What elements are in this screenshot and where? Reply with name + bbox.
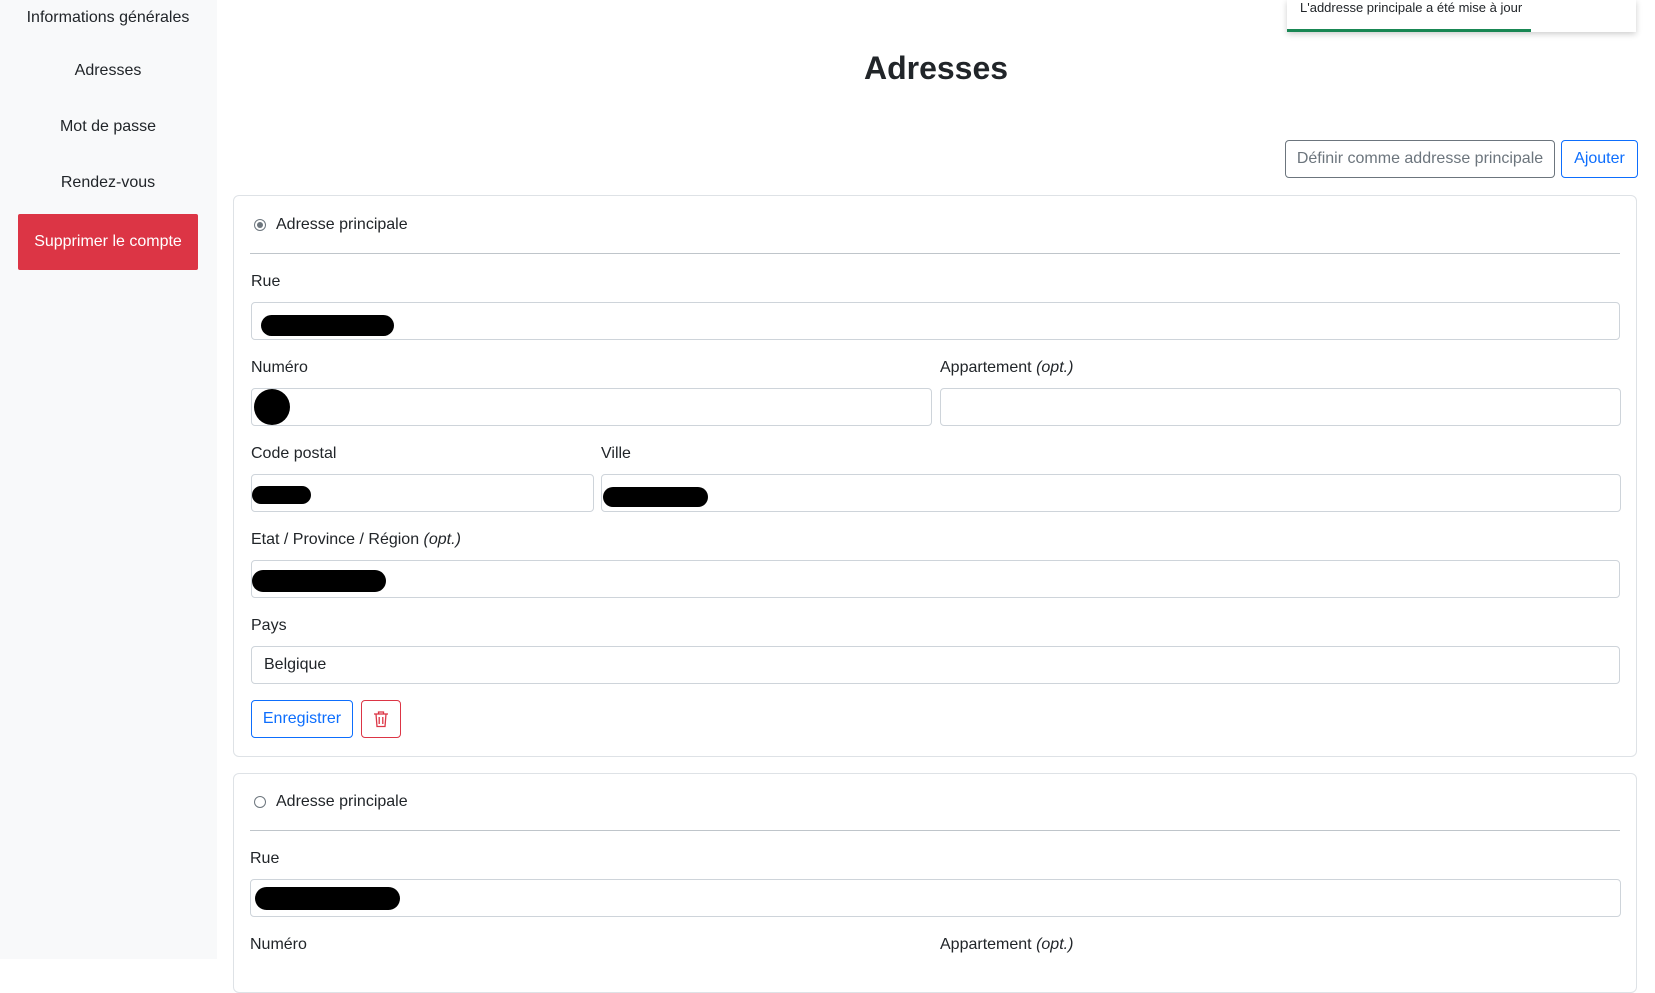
primary-radio[interactable] [254, 219, 266, 231]
toast-progress-bar [1287, 29, 1532, 32]
card-divider [250, 253, 1620, 254]
redacted-value [252, 570, 386, 592]
country-label: Pays [251, 617, 287, 634]
apartment-label: Appartement (opt.) [940, 936, 1074, 953]
number-input[interactable] [251, 388, 932, 426]
street-label: Rue [250, 850, 280, 867]
delete-address-button[interactable] [361, 700, 401, 738]
redacted-value [261, 315, 394, 336]
apartment-input[interactable] [940, 388, 1621, 426]
set-primary-address-button[interactable]: Définir comme addresse principale [1285, 140, 1555, 178]
street-input[interactable] [251, 302, 1620, 340]
number-label: Numéro [250, 936, 307, 953]
page-title: Adresses [863, 50, 1009, 86]
toast-notification: L'addresse principale a été mise à jour [1287, 0, 1636, 32]
address-card: Adresse principale Rue Numéro Appartemen… [233, 195, 1637, 757]
redacted-value [603, 487, 708, 507]
primary-radio-label: Adresse principale [276, 216, 408, 233]
number-label: Numéro [251, 359, 308, 376]
city-label: Ville [601, 445, 631, 462]
trash-icon [374, 711, 388, 728]
redacted-value [254, 389, 290, 425]
sidebar-item-appointments[interactable]: Rendez-vous [18, 155, 198, 211]
sidebar-item-label: Rendez-vous [60, 174, 156, 191]
primary-radio-label: Adresse principale [276, 793, 408, 810]
postal-code-label: Code postal [251, 445, 337, 462]
address-card: Adresse principale Rue Numéro Appartemen… [233, 773, 1637, 993]
state-input[interactable] [251, 560, 1620, 598]
sidebar-item-general-info[interactable]: Informations générales [18, 0, 198, 46]
sidebar-item-label: Supprimer le compte [34, 233, 182, 250]
sidebar: Informations générales Adresses Mot de p… [0, 0, 217, 959]
apartment-label: Appartement (opt.) [940, 359, 1074, 376]
delete-account-button[interactable]: Supprimer le compte [18, 214, 198, 270]
sidebar-item-label: Informations générales [26, 9, 190, 26]
state-label: Etat / Province / Région (opt.) [251, 531, 461, 548]
redacted-value [255, 887, 400, 910]
sidebar-item-label: Adresses [74, 62, 142, 79]
street-label: Rue [251, 273, 281, 290]
sidebar-item-addresses[interactable]: Adresses [18, 43, 198, 99]
postal-code-input[interactable] [251, 474, 594, 512]
country-select[interactable]: Belgique [251, 646, 1620, 684]
redacted-value [252, 486, 311, 504]
sidebar-item-label: Mot de passe [59, 118, 157, 135]
street-input[interactable] [250, 879, 1621, 917]
sidebar-item-password[interactable]: Mot de passe [18, 99, 198, 155]
primary-radio-row[interactable]: Adresse principale [254, 216, 408, 234]
card-divider [250, 830, 1620, 831]
add-address-button[interactable]: Ajouter [1561, 140, 1638, 178]
primary-radio-row[interactable]: Adresse principale [254, 793, 408, 811]
city-input[interactable] [601, 474, 1621, 512]
save-button[interactable]: Enregistrer [251, 700, 353, 738]
primary-radio[interactable] [254, 796, 266, 808]
toast-message: L'addresse principale a été mise à jour [1300, 0, 1523, 15]
